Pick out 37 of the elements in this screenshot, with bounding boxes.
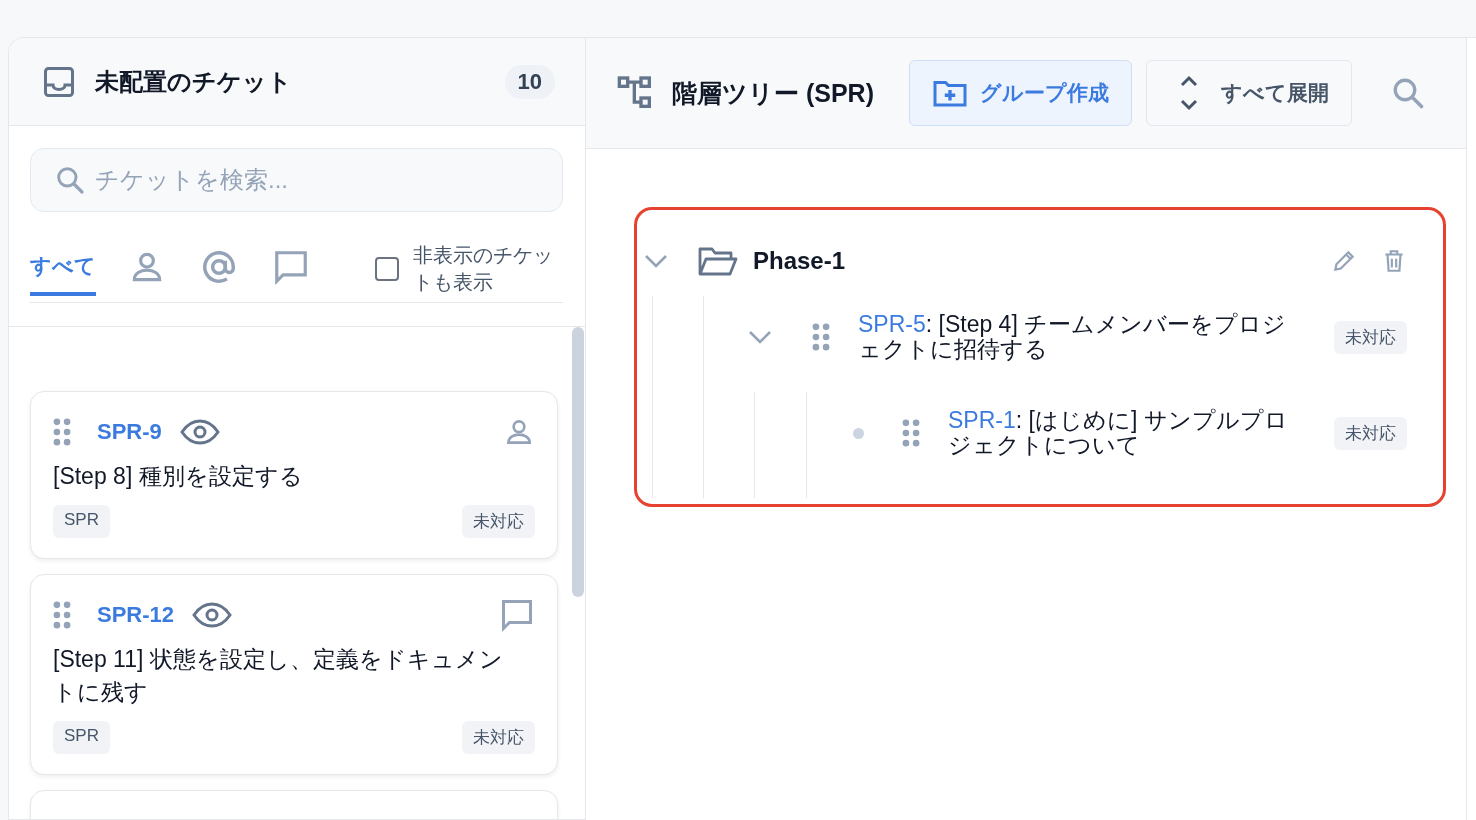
drag-handle-icon[interactable] [902, 419, 920, 447]
chevron-up-down-icon [1179, 75, 1199, 111]
pencil-icon[interactable] [1331, 248, 1357, 274]
ticket-link[interactable]: SPR-9 [97, 419, 162, 445]
ticket-title: [Step 11] 状態を設定し、定義をドキュメントに残す [53, 645, 504, 707]
panel-title: 未配置のチケット [95, 66, 292, 97]
scrollbar[interactable] [572, 327, 584, 597]
drag-handle-icon[interactable] [53, 601, 71, 629]
checkbox-label[interactable]: 非表示のチケットも表示 [413, 242, 563, 296]
status-tag: 未対応 [462, 721, 535, 754]
create-group-button[interactable]: グループ作成 [909, 60, 1132, 126]
ticket-title: SPR-1: [はじめに] サンプルプロジェクトについて [948, 408, 1289, 458]
search-field[interactable]: チケットを検索... [30, 148, 563, 212]
ticket-link[interactable]: SPR-12 [97, 602, 175, 628]
search-icon [54, 164, 86, 196]
chevron-down-icon[interactable] [748, 330, 772, 344]
chevron-down-icon[interactable] [644, 254, 668, 268]
project-tag: SPR [53, 721, 110, 754]
expand-all-button[interactable]: すべて展開 [1146, 60, 1352, 126]
drag-handle-icon[interactable] [812, 323, 830, 351]
group-name: Phase-1 [753, 247, 846, 275]
filter-tab[interactable]: すべて [30, 242, 96, 296]
ticket-title: [Step 8] 種別を設定する [53, 462, 304, 491]
panel-title: 階層ツリー (SPR) [672, 77, 874, 109]
checkbox[interactable] [375, 257, 399, 281]
status-tag: 未対応 [1334, 416, 1407, 450]
status-tag: 未対応 [1334, 320, 1407, 354]
folder-icon [698, 246, 738, 276]
drag-handle-icon[interactable] [53, 418, 71, 446]
project-tag: SPR [53, 505, 110, 538]
comment-icon [499, 597, 535, 633]
ticket-link[interactable]: SPR-1 [948, 407, 1016, 433]
status-tag: 未対応 [462, 505, 535, 538]
ticket-link[interactable]: SPR-5 [858, 311, 926, 337]
ticket-title: SPR-5: [Step 4] チームメンバーをプロジェクトに招待する [858, 312, 1288, 362]
count-badge: 10 [504, 64, 555, 99]
dot-icon [853, 427, 864, 439]
